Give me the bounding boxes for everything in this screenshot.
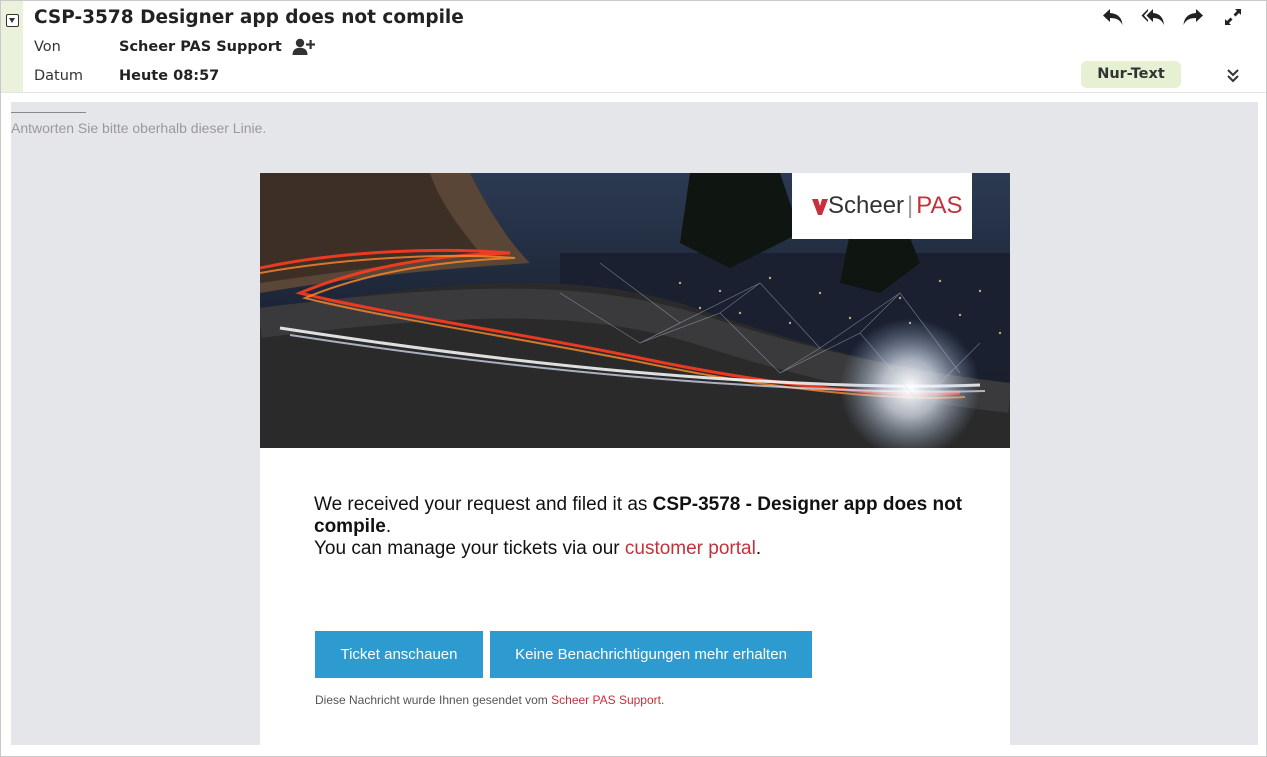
message-header: CSP-3578 Designer app does not compile V… [1, 1, 1266, 93]
add-contact-icon[interactable] [291, 37, 315, 57]
footer-note: Diese Nachricht wurde Ihnen gesendet vom… [315, 693, 664, 707]
reply-hint: Antworten Sie bitte oberhalb dieser Lini… [11, 120, 267, 136]
expand-button[interactable] [1220, 5, 1246, 29]
forward-icon [1183, 9, 1203, 25]
expand-icon [1225, 9, 1241, 25]
message-actions [1100, 5, 1246, 29]
logo-wordmark: Scheer | PAS [828, 192, 963, 220]
footer-text: Diese Nachricht wurde Ihnen gesendet vom [315, 693, 552, 707]
unsubscribe-button[interactable]: Keine Benachrichtigungen mehr erhalten [490, 631, 812, 678]
collapse-header-icon[interactable] [6, 14, 19, 27]
scheer-logo-mark-icon [812, 199, 828, 215]
footer-end: . [660, 693, 665, 707]
message-text: We received your request and filed it as… [314, 494, 974, 560]
message-end: . [755, 538, 762, 559]
logo-separator: | [907, 192, 914, 219]
forward-button[interactable] [1180, 5, 1206, 29]
reply-divider [11, 112, 86, 113]
message-date: Heute 08:57 [119, 68, 220, 84]
message-manage: You can manage your tickets via our [314, 538, 625, 559]
message-intro: We received your request and filed it as [314, 494, 653, 515]
banner-image: Scheer | PAS [260, 173, 1010, 448]
view-ticket-button[interactable]: Ticket anschauen [315, 631, 483, 678]
sender-name[interactable]: Scheer PAS Support [119, 39, 282, 55]
logo-brand: Scheer [828, 192, 905, 219]
message-subject: CSP-3578 Designer app does not compile [34, 7, 464, 28]
more-details-icon[interactable] [1223, 67, 1243, 85]
footer-support-link[interactable]: Scheer PAS Support [551, 693, 661, 707]
message-body: Antworten Sie bitte oberhalb dieser Lini… [11, 102, 1258, 745]
email-card: Scheer | PAS We received your request and … [260, 173, 1010, 745]
reply-all-button[interactable] [1140, 5, 1166, 29]
from-label: Von [34, 39, 61, 55]
customer-portal-link[interactable]: customer portal [625, 538, 756, 559]
reply-all-icon [1141, 9, 1164, 25]
message-period: . [385, 516, 392, 537]
plaintext-toggle-button[interactable]: Nur-Text [1081, 61, 1181, 88]
date-label: Datum [34, 68, 84, 84]
message-pane: CSP-3578 Designer app does not compile V… [0, 0, 1267, 757]
header-collapse-strip [1, 1, 23, 92]
scheer-pas-logo: Scheer | PAS [792, 173, 972, 239]
reply-icon [1103, 9, 1123, 25]
reply-button[interactable] [1100, 5, 1126, 29]
logo-product: PAS [916, 192, 963, 219]
